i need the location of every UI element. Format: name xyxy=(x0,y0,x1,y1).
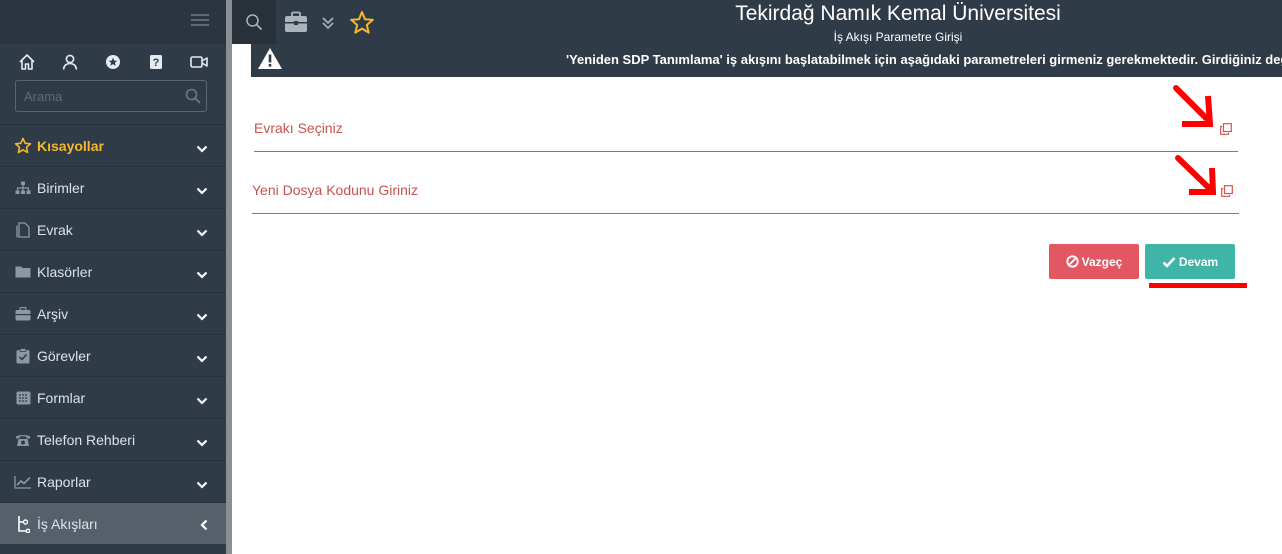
ban-icon xyxy=(1066,255,1079,268)
favorite-star-icon[interactable] xyxy=(349,10,375,41)
evrak-select-label: Evrakı Seçiniz xyxy=(254,120,343,136)
sidebar-item-label: Evrak xyxy=(37,221,73,238)
dosya-kodu-label: Yeni Dosya Kodunu Giriniz xyxy=(252,182,419,198)
annotation-arrow-icon xyxy=(1173,85,1214,127)
briefcase-icon[interactable] xyxy=(284,11,308,38)
warning-icon xyxy=(257,47,283,73)
sidebar-item-evrak[interactable]: Evrak xyxy=(0,208,226,250)
sidebar-item-gorevler[interactable]: Görevler xyxy=(0,334,226,376)
sidebar-icon-row: ? xyxy=(0,44,226,80)
app-title: Tekirdağ Namık Kemal Üniversitesi xyxy=(735,2,1061,25)
home-icon[interactable] xyxy=(16,51,38,73)
sidebar-search xyxy=(15,80,207,112)
sidebar-scrollbar[interactable] xyxy=(226,0,232,554)
continue-button-label: Devam xyxy=(1178,254,1219,269)
sidebar-item-arsiv[interactable]: Arşiv xyxy=(0,292,226,334)
workflow-icon xyxy=(14,515,32,533)
chevron-down-icon xyxy=(196,350,208,366)
chevron-down-icon xyxy=(196,266,208,282)
sidebar: ? Kısayollar B xyxy=(0,0,226,554)
sidebar-item-kisayollar[interactable]: Kısayollar xyxy=(0,124,226,166)
user-icon[interactable] xyxy=(59,51,81,73)
cancel-button[interactable]: Vazgeç xyxy=(1049,244,1139,279)
video-icon[interactable] xyxy=(188,51,210,73)
annotation-underline xyxy=(1149,283,1247,288)
app-window: ? Kısayollar B xyxy=(0,0,1282,554)
sidebar-item-label: Kısayollar xyxy=(37,137,104,154)
dosya-kodu-field[interactable]: Yeni Dosya Kodunu Giriniz xyxy=(252,170,1239,214)
chevron-down-icon xyxy=(196,182,208,198)
sitemap-icon xyxy=(14,179,32,197)
chart-icon xyxy=(14,473,32,491)
chevron-down-icon xyxy=(196,434,208,450)
svg-text:?: ? xyxy=(152,57,159,69)
chevron-down-icon xyxy=(196,308,208,324)
chevron-down-icon xyxy=(196,224,208,240)
warning-text: 'Yeniden SDP Tanımlama' iş akışını başla… xyxy=(566,52,1282,67)
annotation-arrow-icon xyxy=(1175,155,1217,195)
sidebar-item-label: Telefon Rehberi xyxy=(37,431,136,448)
global-search-icon[interactable] xyxy=(232,0,276,44)
sidebar-item-birimler[interactable]: Birimler xyxy=(0,166,226,208)
continue-button[interactable]: Devam xyxy=(1145,244,1235,279)
help-icon[interactable]: ? xyxy=(145,51,167,73)
clipboard-icon xyxy=(14,347,32,365)
open-picker-icon[interactable] xyxy=(1221,184,1233,202)
sidebar-header xyxy=(0,0,226,44)
folder-icon xyxy=(14,263,32,281)
sidebar-item-raporlar[interactable]: Raporlar xyxy=(0,460,226,502)
archive-icon xyxy=(14,305,32,323)
check-icon xyxy=(1162,256,1176,268)
form-icon xyxy=(14,389,32,407)
double-chevron-down-icon[interactable] xyxy=(321,16,335,35)
search-icon[interactable] xyxy=(185,88,201,109)
evrak-select-field[interactable]: Evrakı Seçiniz xyxy=(254,108,1238,152)
sidebar-item-label: Formlar xyxy=(37,389,86,406)
chevron-down-icon xyxy=(196,476,208,492)
cancel-button-label: Vazgeç xyxy=(1081,254,1123,269)
chevron-down-icon xyxy=(196,392,208,408)
sidebar-item-telefon-rehberi[interactable]: Telefon Rehberi xyxy=(0,418,226,460)
document-icon xyxy=(14,221,32,239)
warning-banner: 'Yeniden SDP Tanımlama' iş akışını başla… xyxy=(251,44,1282,77)
sidebar-item-label: Arşiv xyxy=(37,305,69,322)
sidebar-item-label: Raporlar xyxy=(37,473,91,490)
sidebar-item-label: Görevler xyxy=(37,347,91,364)
top-bar: Tekirdağ Namık Kemal Üniversitesi İş Akı… xyxy=(232,0,1282,44)
open-picker-icon[interactable] xyxy=(1220,122,1232,140)
sidebar-menu: Kısayollar Birimler Evrak Klasörler Arşi… xyxy=(0,124,226,544)
sidebar-item-label: Klasörler xyxy=(37,263,93,280)
chevron-down-icon xyxy=(196,140,208,156)
sidebar-item-is-akislari[interactable]: İş Akışları xyxy=(0,502,226,544)
hamburger-menu-icon[interactable] xyxy=(191,14,209,28)
star-circle-icon[interactable] xyxy=(102,51,124,73)
sidebar-item-label: Birimler xyxy=(37,179,85,196)
search-input[interactable] xyxy=(15,80,207,112)
sidebar-item-label: İş Akışları xyxy=(37,515,98,532)
chevron-left-icon xyxy=(200,518,208,534)
phone-icon xyxy=(14,431,32,449)
page-subtitle: İş Akışı Parametre Girişi xyxy=(833,30,963,44)
sidebar-item-klasorler[interactable]: Klasörler xyxy=(0,250,226,292)
sidebar-item-formlar[interactable]: Formlar xyxy=(0,376,226,418)
star-icon xyxy=(14,137,32,155)
